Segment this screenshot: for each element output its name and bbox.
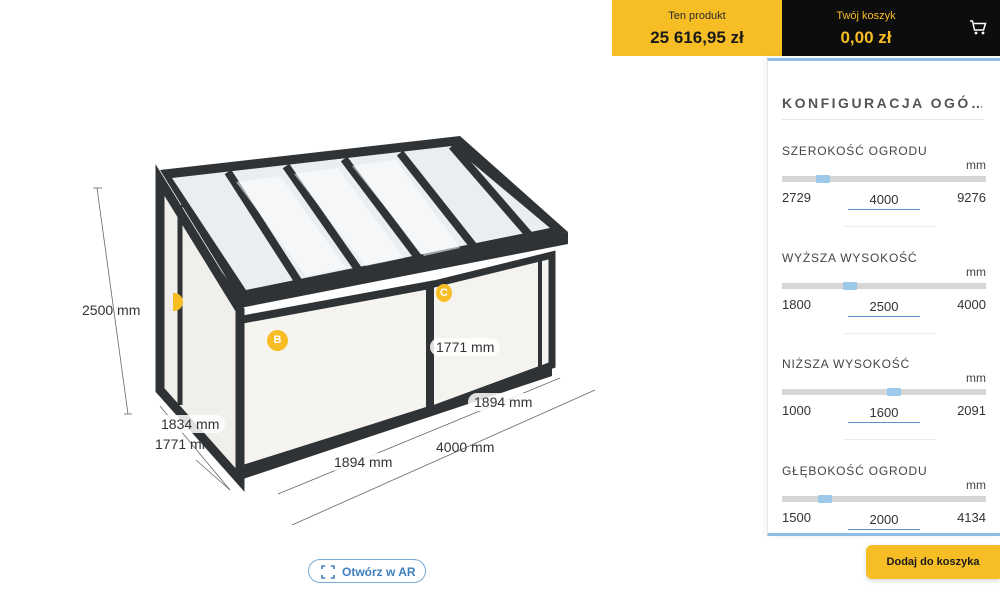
divider [844, 333, 936, 334]
higher-height-input[interactable] [848, 297, 920, 317]
dimension-front-right-width: 1894 mm [468, 393, 539, 411]
panel-title: KONFIGURACJA OGÓ… [782, 95, 982, 111]
param-unit: mm [966, 371, 986, 385]
dimension-door-height: 1771 mm [430, 338, 501, 356]
slider-thumb[interactable] [818, 495, 833, 503]
param-lower-height: NIŻSZA WYSOKOŚĆ mm 1000 2091 [782, 357, 986, 453]
param-max: 4134 [957, 510, 986, 525]
depth-input[interactable] [848, 510, 920, 530]
width-input[interactable] [848, 190, 920, 210]
garden-room-illustration [93, 136, 596, 526]
open-ar-button[interactable]: Otwórz w AR [308, 559, 426, 583]
param-garden-depth: GŁĘBOKOŚĆ OGRODU mm 1500 4134 [782, 464, 986, 533]
cart-total: 0,00 zł [840, 28, 892, 47]
divider [844, 439, 936, 440]
slider-track[interactable] [782, 495, 986, 503]
param-garden-width: SZEROKOŚĆ OGRODU mm 2729 9276 [782, 144, 986, 240]
param-name: NIŻSZA WYSOKOŚĆ [782, 357, 911, 371]
param-min: 2729 [782, 190, 811, 205]
param-name: GŁĘBOKOŚĆ OGRODU [782, 464, 928, 478]
param-unit: mm [966, 265, 986, 279]
add-to-cart-button[interactable]: Dodaj do koszyka [866, 545, 1000, 579]
dimension-height-high: 2500 mm [82, 302, 141, 318]
dimension-total-width: 4000 mm [436, 439, 495, 455]
param-higher-height: WYŻSZA WYSOKOŚĆ mm 1800 4000 [782, 251, 986, 347]
dimension-depth-top: 1834 mm [155, 415, 226, 433]
cart-label: Twój koszyk [836, 10, 896, 22]
slider-track[interactable] [782, 175, 986, 183]
cart-icon[interactable] [969, 18, 987, 36]
marker-b[interactable]: B [267, 330, 288, 351]
cart-box[interactable]: Twój koszyk 0,00 zł [782, 0, 1000, 56]
slider-track[interactable] [782, 388, 986, 396]
product-3d-view[interactable]: B C 2500 mm 1834 mm 1771 mm 1771 mm 1894… [0, 0, 760, 589]
param-name: SZEROKOŚĆ OGRODU [782, 144, 928, 158]
divider [844, 226, 936, 227]
open-ar-label: Otwórz w AR [342, 565, 416, 579]
param-min: 1500 [782, 510, 811, 525]
lower-height-input[interactable] [848, 403, 920, 423]
dimension-front-left-width: 1894 mm [328, 453, 399, 471]
slider-thumb[interactable] [886, 388, 901, 396]
marker-c[interactable]: C [436, 284, 452, 302]
param-name: WYŻSZA WYSOKOŚĆ [782, 251, 918, 265]
param-max: 9276 [957, 190, 986, 205]
ar-frame-icon [321, 565, 335, 579]
panel-title-divider [782, 119, 984, 120]
slider-thumb[interactable] [842, 282, 857, 290]
configuration-panel: KONFIGURACJA OGÓ… SZEROKOŚĆ OGRODU mm 27… [767, 58, 1000, 536]
param-max: 2091 [957, 403, 986, 418]
dimension-depth-bottom: 1771 mm [155, 436, 214, 452]
param-unit: mm [966, 478, 986, 492]
slider-track[interactable] [782, 282, 986, 290]
param-min: 1800 [782, 297, 811, 312]
param-max: 4000 [957, 297, 986, 312]
slider-thumb[interactable] [816, 175, 831, 183]
param-min: 1000 [782, 403, 811, 418]
param-unit: mm [966, 158, 986, 172]
